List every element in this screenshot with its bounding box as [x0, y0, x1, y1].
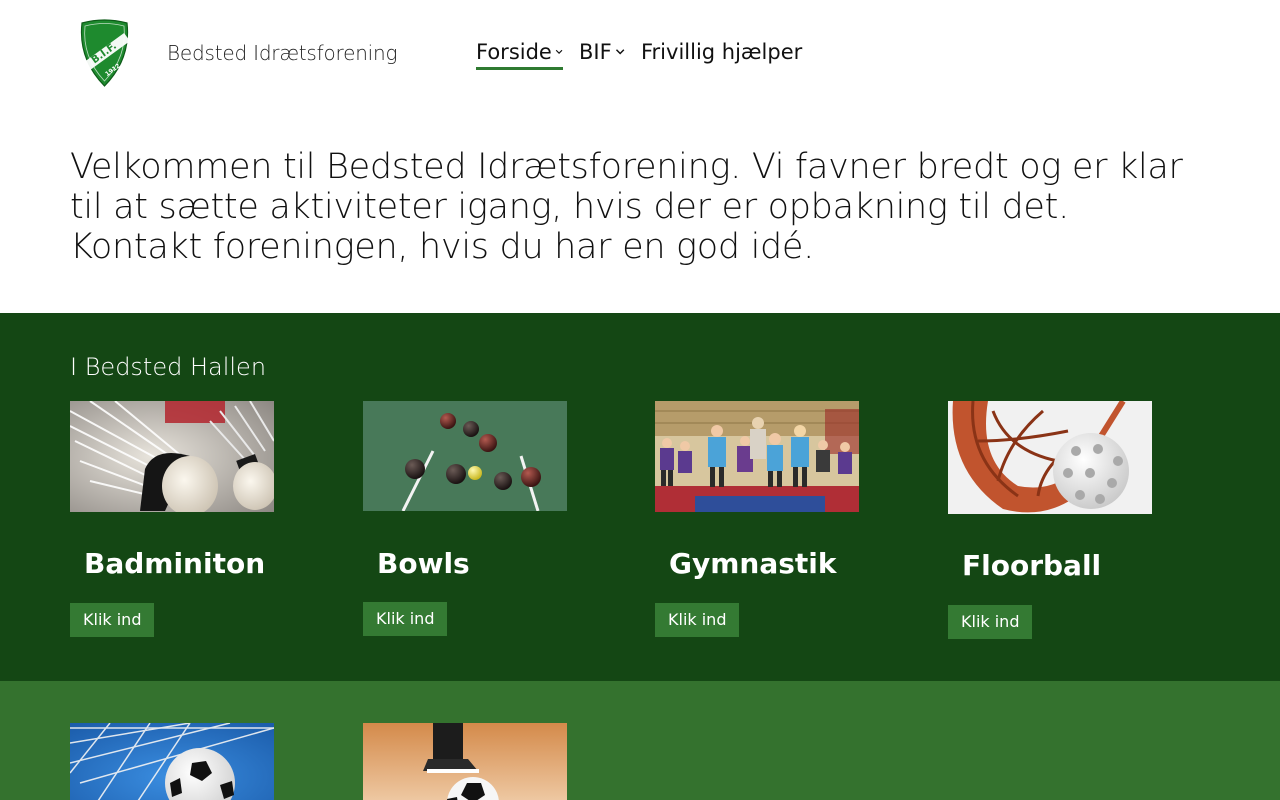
intro-text: Velkommen til Bedsted Idrætsforening. Vi…	[70, 147, 1183, 267]
football-image[interactable]	[70, 723, 274, 800]
more-activities-section	[0, 681, 1280, 800]
card-title[interactable]: Badminiton	[84, 547, 265, 580]
main-nav: Forside BIF Frivillig hjælper	[476, 37, 802, 70]
card-gymnastik: Gymnastik Klik ind	[655, 401, 859, 637]
club-logo[interactable]: B.I.F. 1912	[79, 19, 130, 87]
chevron-down-icon	[555, 49, 563, 54]
card-title[interactable]: Bowls	[377, 547, 470, 580]
card-badminton: Badminiton Klik ind	[70, 401, 274, 637]
floorball-image[interactable]	[948, 401, 1152, 514]
card-title[interactable]: Floorball	[962, 549, 1101, 582]
bowls-image[interactable]	[363, 401, 567, 511]
klik-ind-button[interactable]: Klik ind	[70, 603, 155, 637]
badminton-image[interactable]	[70, 401, 274, 512]
hallen-section: I Bedsted Hallen Badminiton Klik ind Bow…	[0, 313, 1280, 681]
klik-ind-button[interactable]: Klik ind	[363, 602, 448, 636]
gymnastik-image[interactable]	[655, 401, 859, 512]
card-bowls: Bowls Klik ind	[363, 401, 567, 636]
nav-bif-label: BIF	[579, 40, 612, 64]
nav-frivillig-hjaelper[interactable]: Frivillig hjælper	[641, 37, 802, 67]
chevron-down-icon	[615, 49, 625, 55]
futsal-image[interactable]	[363, 723, 567, 800]
nav-forside-label: Forside	[476, 40, 552, 64]
klik-ind-button[interactable]: Klik ind	[948, 605, 1033, 639]
card-title[interactable]: Gymnastik	[669, 547, 837, 580]
nav-forside[interactable]: Forside	[476, 37, 563, 70]
nav-bif[interactable]: BIF	[579, 37, 625, 67]
card-floorball: Floorball Klik ind	[948, 401, 1152, 639]
section-title: I Bedsted Hallen	[70, 353, 267, 381]
nav-frivillig-label: Frivillig hjælper	[641, 40, 803, 64]
klik-ind-button[interactable]: Klik ind	[655, 603, 740, 637]
site-name[interactable]: Bedsted Idrætsforening	[167, 41, 398, 65]
